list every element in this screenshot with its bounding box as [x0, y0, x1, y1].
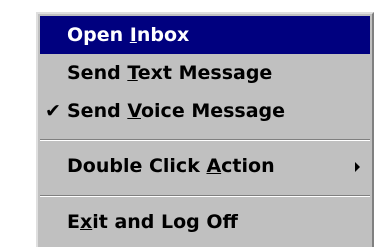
submenu-arrow-icon — [355, 162, 360, 172]
menu-item-open-inbox[interactable]: Open Inbox — [40, 16, 370, 54]
menu-separator — [40, 139, 370, 141]
menu-item-label: Double Click Action — [67, 155, 275, 177]
menu-item-label: Exit and Log Off — [67, 211, 238, 233]
menu-item-send-text-message[interactable]: Send Text Message — [40, 54, 370, 92]
menu-item-send-voice-message[interactable]: ✔ Send Voice Message — [40, 92, 370, 130]
context-menu: Open Inbox Send Text Message ✔ Send Voic… — [36, 12, 374, 247]
menu-item-label: Open Inbox — [67, 24, 190, 46]
menu-item-double-click-action[interactable]: Double Click Action — [40, 147, 370, 185]
menu-item-label: Send Text Message — [67, 62, 273, 84]
menu-item-label: Send Voice Message — [67, 100, 286, 122]
menu-item-exit-and-log-off[interactable]: Exit and Log Off — [40, 203, 370, 241]
checkmark-icon: ✔ — [45, 100, 61, 122]
menu-separator — [40, 195, 370, 197]
